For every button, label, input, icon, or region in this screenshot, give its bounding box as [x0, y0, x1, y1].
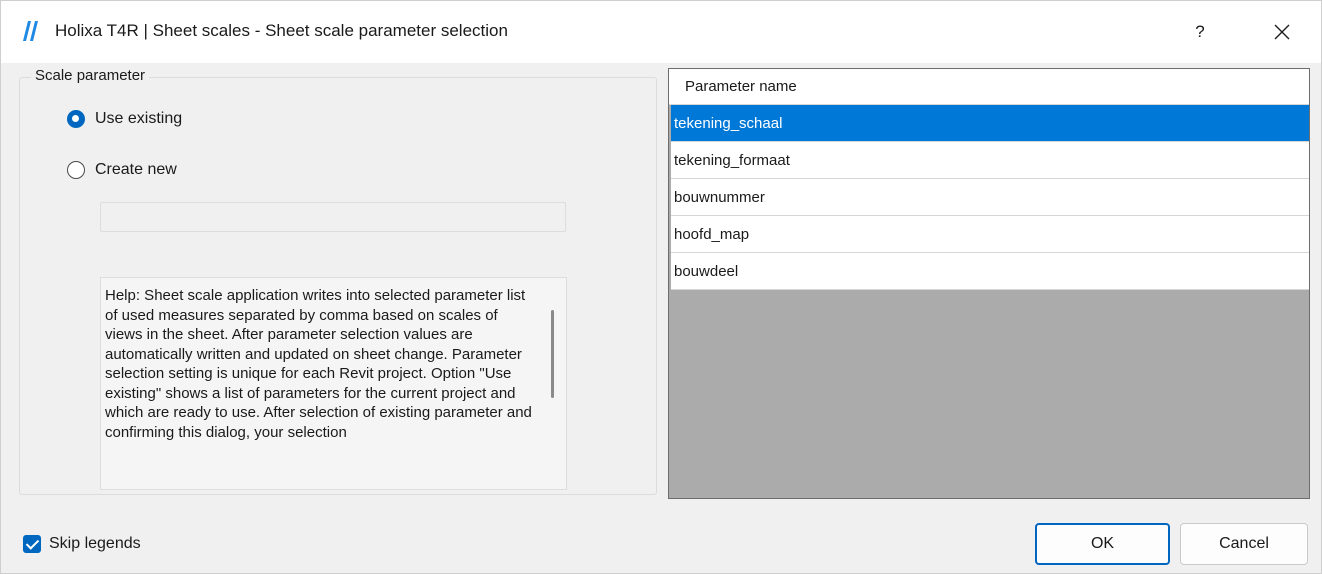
- parameter-name-column-header[interactable]: Parameter name: [669, 69, 1309, 105]
- parameter-row[interactable]: tekening_formaat: [671, 142, 1309, 179]
- parameter-row[interactable]: bouwdeel: [671, 253, 1309, 290]
- create-new-radio[interactable]: Create new: [67, 159, 177, 181]
- close-icon: [1274, 24, 1290, 40]
- help-button[interactable]: ?: [1177, 13, 1223, 51]
- use-existing-label[interactable]: Use existing: [95, 110, 182, 128]
- help-text: Help: Sheet scale application writes int…: [105, 287, 532, 441]
- checkbox-checked-icon[interactable]: [23, 535, 41, 553]
- dialog-window: Holixa T4R | Sheet scales - Sheet scale …: [0, 0, 1322, 574]
- scale-parameter-legend: Scale parameter: [31, 67, 150, 84]
- parameter-row[interactable]: bouwnummer: [671, 179, 1309, 216]
- help-textbox[interactable]: Help: Sheet scale application writes int…: [100, 277, 567, 490]
- skip-legends-label[interactable]: Skip legends: [49, 535, 141, 553]
- radio-unchecked-icon[interactable]: [67, 161, 85, 179]
- help-scrollbar-thumb[interactable]: [551, 310, 554, 398]
- parameter-grid[interactable]: Parameter name tekening_schaal tekening_…: [668, 68, 1310, 499]
- parameter-row[interactable]: tekening_schaal: [671, 105, 1309, 142]
- parameter-row[interactable]: hoofd_map: [671, 216, 1309, 253]
- radio-checked-icon[interactable]: [67, 110, 85, 128]
- ok-button[interactable]: OK: [1035, 523, 1170, 565]
- title-bar: Holixa T4R | Sheet scales - Sheet scale …: [1, 1, 1321, 63]
- new-parameter-name-input[interactable]: [100, 202, 566, 232]
- create-new-label[interactable]: Create new: [95, 161, 177, 179]
- window-title: Holixa T4R | Sheet scales - Sheet scale …: [55, 21, 508, 40]
- cancel-button[interactable]: Cancel: [1180, 523, 1308, 565]
- close-button[interactable]: [1259, 13, 1305, 51]
- use-existing-radio[interactable]: Use existing: [67, 108, 182, 130]
- skip-legends-checkbox[interactable]: Skip legends: [23, 533, 141, 555]
- holixa-logo-icon: [23, 21, 38, 41]
